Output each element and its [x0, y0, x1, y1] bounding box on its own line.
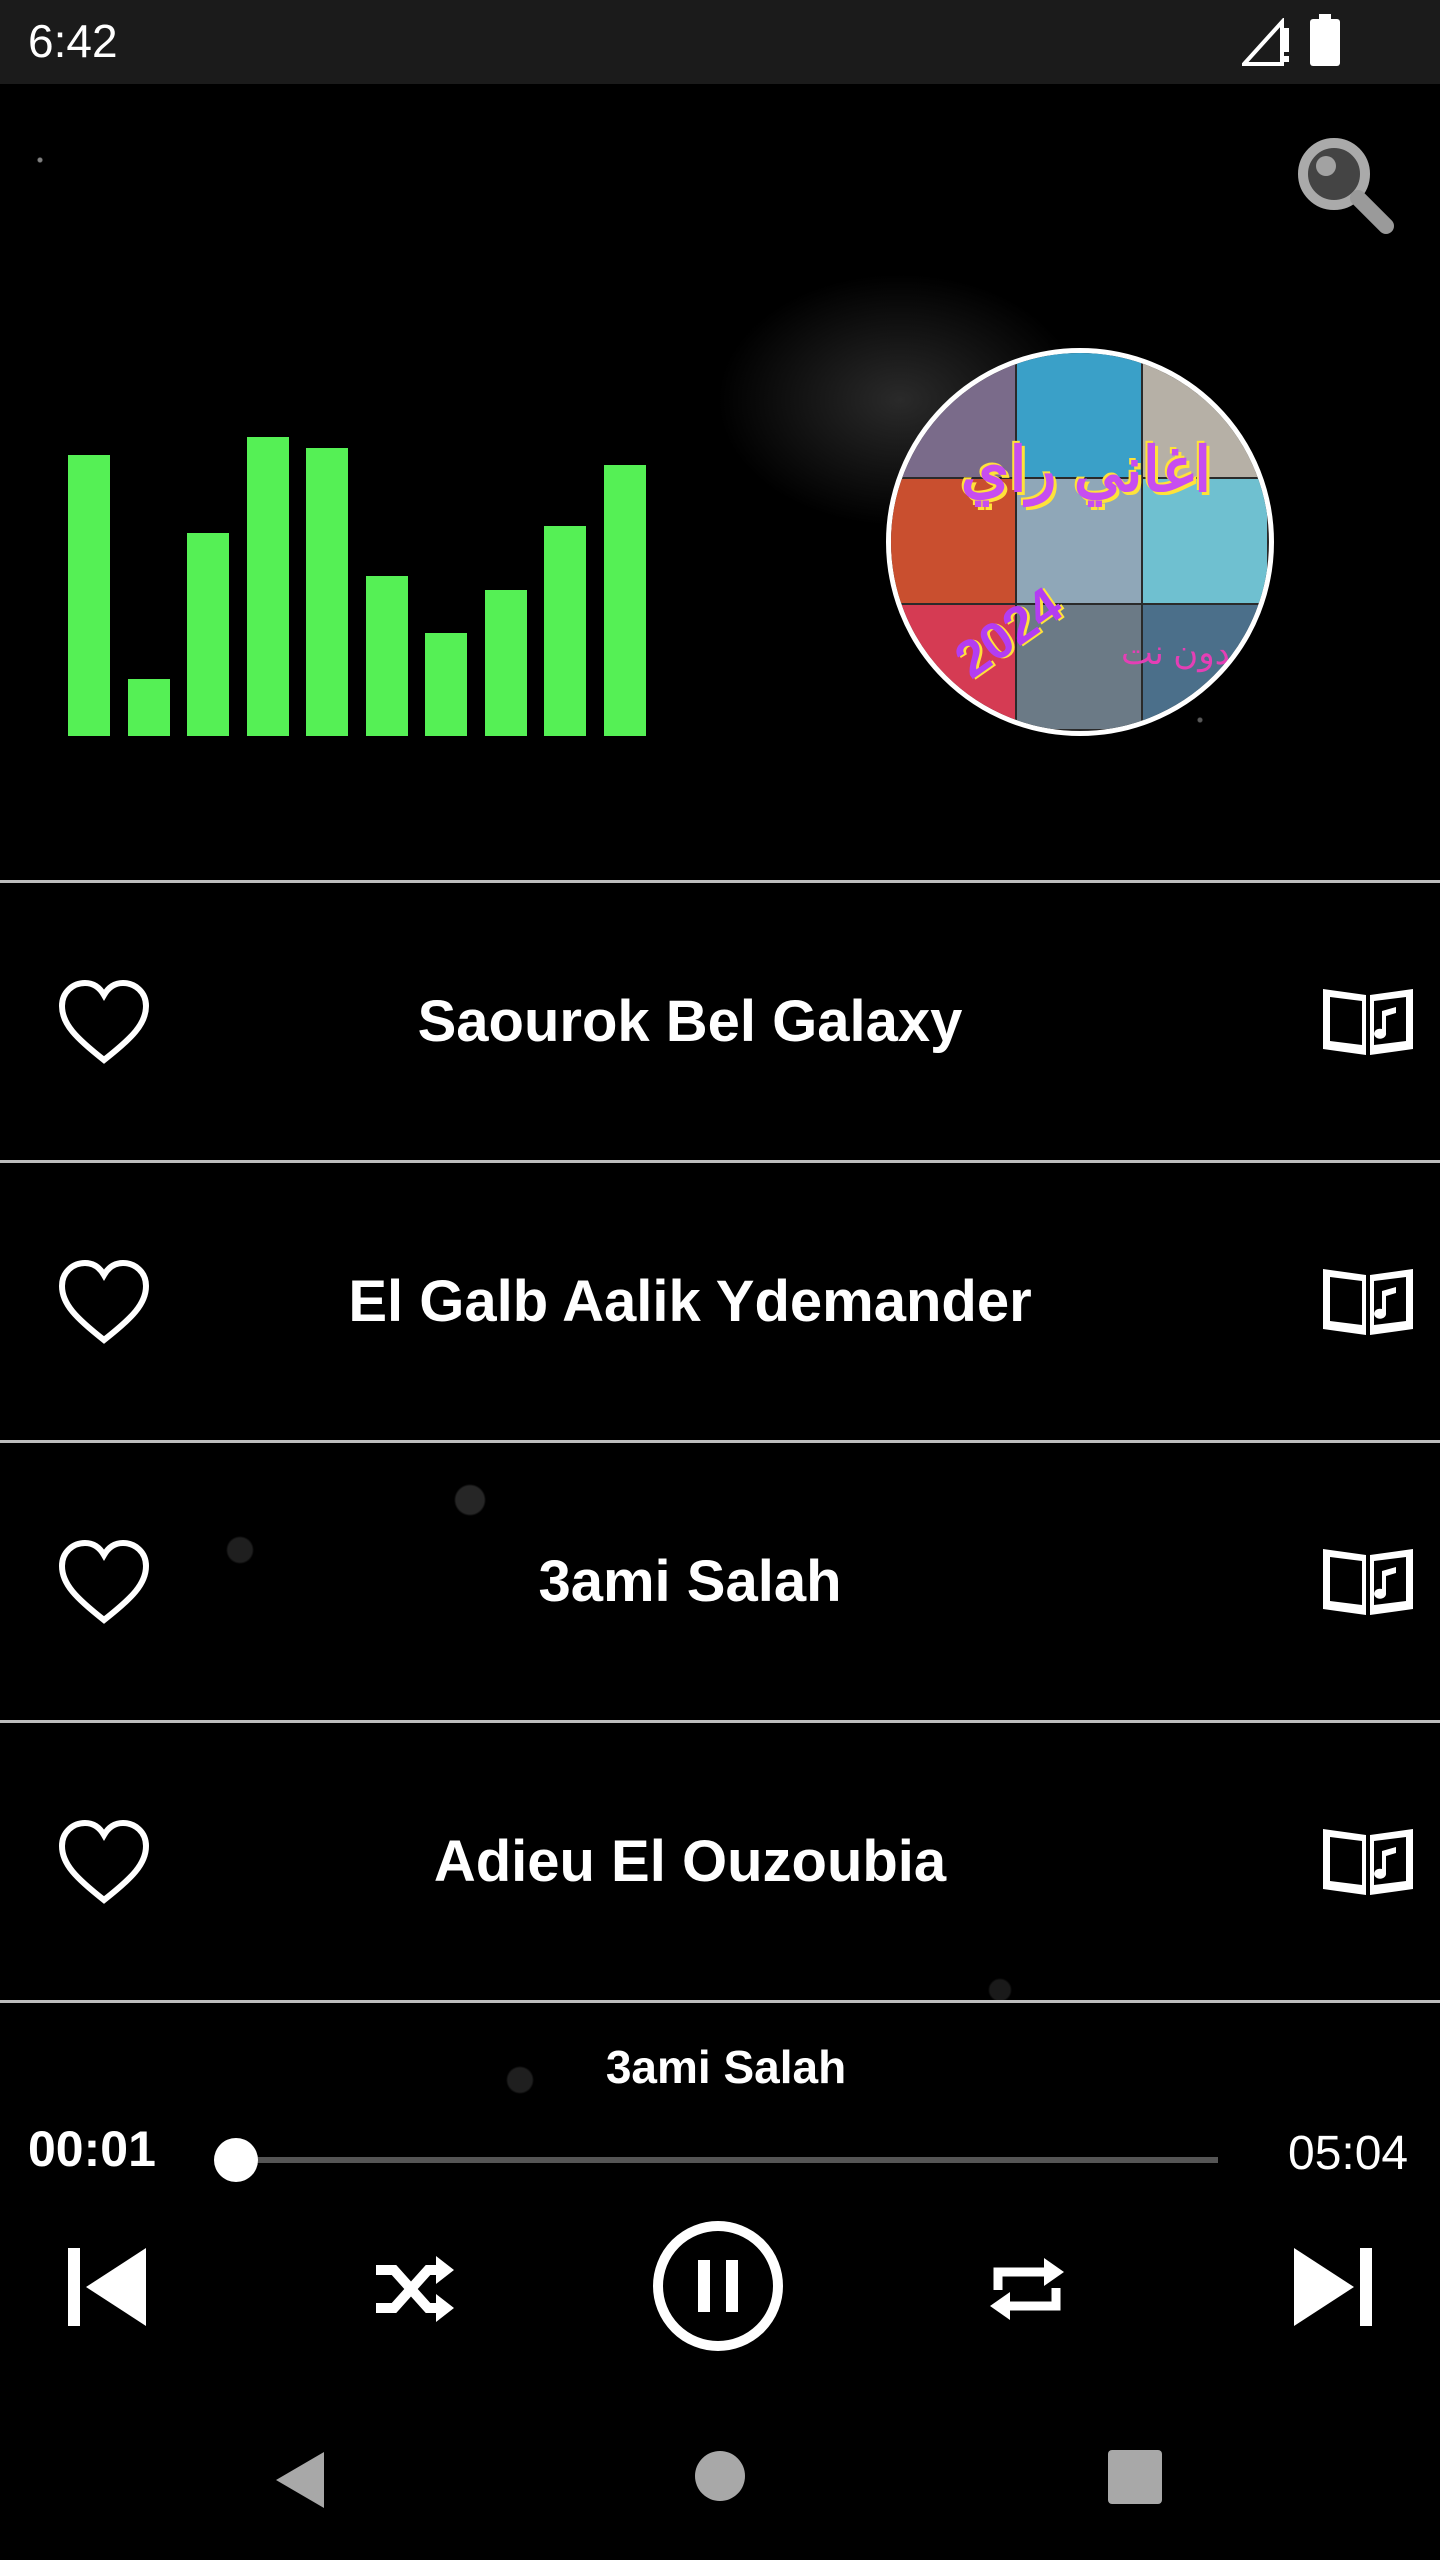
seek-bar[interactable]: [236, 2157, 1218, 2163]
equalizer-bar: [425, 633, 467, 736]
song-title: Adieu El Ouzoubia: [433, 1829, 947, 1894]
signal-warning-icon: [1242, 18, 1289, 66]
equalizer-bar: [306, 448, 348, 736]
music-book-icon[interactable]: [1320, 1823, 1416, 1899]
music-book-icon[interactable]: [1320, 1543, 1416, 1619]
home-icon[interactable]: [694, 2450, 746, 2502]
battery-full-icon: [1310, 14, 1340, 66]
heart-icon[interactable]: [56, 978, 152, 1066]
heart-icon[interactable]: [56, 1538, 152, 1626]
album-art-title: اغاني راي: [960, 436, 1212, 505]
song-row[interactable]: Adieu El Ouzoubia: [0, 1723, 1440, 2000]
song-row[interactable]: El Galb Aalik Ydemander: [0, 1163, 1440, 1440]
song-title: 3ami Salah: [538, 1549, 842, 1614]
music-book-icon[interactable]: [1320, 1263, 1416, 1339]
song-title: Saourok Bel Galaxy: [417, 989, 963, 1054]
repeat-icon[interactable]: [984, 2246, 1070, 2332]
equalizer-bar: [366, 576, 408, 736]
elapsed-time: 00:01: [28, 2121, 156, 2177]
back-icon[interactable]: [270, 2448, 330, 2512]
now-playing-title: 3ami Salah: [605, 2041, 847, 2093]
song-row[interactable]: 3ami Salah: [0, 1443, 1440, 1720]
equalizer-bar: [485, 590, 527, 736]
song-list: Saourok Bel Galaxy El Galb Aalik Ydemand…: [0, 880, 1440, 2003]
song-title: El Galb Aalik Ydemander: [348, 1269, 1032, 1334]
song-row[interactable]: Saourok Bel Galaxy: [0, 883, 1440, 1160]
search-icon[interactable]: [1290, 130, 1400, 240]
music-book-icon[interactable]: [1320, 983, 1416, 1059]
album-art: اغاني راي 2024 بدون نت: [886, 348, 1274, 736]
shuffle-icon[interactable]: [370, 2246, 456, 2332]
equalizer-visualizer: [68, 380, 658, 736]
equalizer-bar: [544, 526, 586, 736]
status-time: 6:42: [28, 15, 118, 67]
equalizer-bar: [247, 437, 289, 736]
pause-icon[interactable]: [650, 2218, 786, 2354]
next-icon[interactable]: [1288, 2242, 1378, 2332]
heart-icon[interactable]: [56, 1818, 152, 1906]
heart-icon[interactable]: [56, 1258, 152, 1346]
album-art-subtitle: بدون نت: [1121, 634, 1242, 672]
equalizer-bar: [128, 679, 170, 736]
total-duration: 05:04: [1288, 2127, 1409, 2180]
seek-thumb[interactable]: [214, 2138, 258, 2182]
divider: [0, 2000, 1440, 2003]
equalizer-bar: [68, 455, 110, 736]
equalizer-bar: [187, 533, 229, 736]
status-bar: 6:42: [0, 0, 1440, 84]
previous-icon[interactable]: [62, 2242, 152, 2332]
recents-icon[interactable]: [1108, 2450, 1162, 2504]
equalizer-bar: [604, 465, 646, 736]
